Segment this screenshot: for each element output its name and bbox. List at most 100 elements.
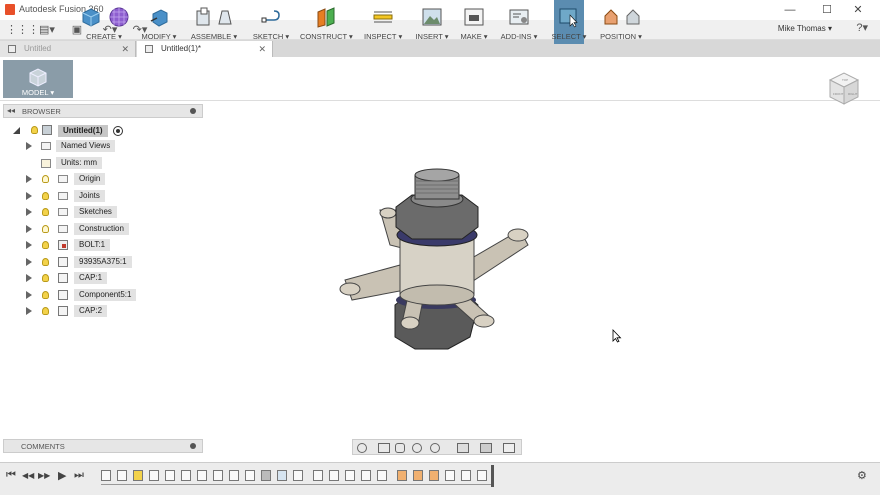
- minimize-button[interactable]: —: [780, 2, 800, 18]
- activate-radio-icon[interactable]: [113, 126, 123, 136]
- close-window-button[interactable]: ✕: [848, 2, 868, 18]
- timeline-feature[interactable]: [229, 470, 239, 481]
- visibility-bulb-icon[interactable]: [42, 291, 49, 299]
- orbit-icon[interactable]: [357, 443, 367, 453]
- zoom-icon[interactable]: [412, 443, 422, 453]
- timeline-last-button[interactable]: ⏭: [74, 469, 84, 482]
- timeline-feature[interactable]: [245, 470, 255, 481]
- data-panel-grid-icon[interactable]: ⋮⋮⋮: [6, 22, 39, 38]
- timeline-marker[interactable]: [491, 465, 494, 487]
- browser-item-origin[interactable]: Origin: [0, 173, 200, 186]
- browser-item-sketches[interactable]: Sketches: [0, 206, 200, 219]
- browser-item-construction[interactable]: Construction: [0, 223, 200, 236]
- browser-item-cap-1[interactable]: CAP:1: [0, 272, 200, 285]
- timeline-feature[interactable]: [477, 470, 487, 481]
- make-menu[interactable]: MAKE ▾: [458, 0, 490, 44]
- timeline-feature[interactable]: [133, 470, 143, 481]
- inspect-menu[interactable]: INSPECT ▾: [364, 0, 402, 44]
- expand-triangle-icon[interactable]: [26, 225, 32, 233]
- fit-icon[interactable]: [430, 443, 440, 453]
- timeline-feature[interactable]: [413, 470, 423, 481]
- assembly-3d-model[interactable]: [330, 165, 540, 355]
- timeline-feature[interactable]: [361, 470, 371, 481]
- expand-triangle-icon[interactable]: [26, 208, 32, 216]
- timeline-feature[interactable]: [329, 470, 339, 481]
- comments-options-icon[interactable]: [190, 443, 196, 449]
- create-menu[interactable]: CREATE ▾: [84, 0, 124, 44]
- file-menu-button[interactable]: ▤▾: [36, 22, 58, 38]
- timeline-feature[interactable]: [181, 470, 191, 481]
- timeline-feature[interactable]: [345, 470, 355, 481]
- sketch-menu[interactable]: SKETCH ▾: [252, 0, 290, 44]
- browser-root-node[interactable]: Untitled(1): [0, 124, 200, 137]
- timeline-feature[interactable]: [377, 470, 387, 481]
- timeline-feature[interactable]: [461, 470, 471, 481]
- assemble-menu[interactable]: ASSEMBLE ▾: [190, 0, 238, 44]
- timeline-feature[interactable]: [165, 470, 175, 481]
- help-icon[interactable]: ?▾: [856, 21, 868, 34]
- select-menu[interactable]: SELECT ▾: [552, 0, 586, 44]
- browser-item-units[interactable]: Units: mm: [0, 157, 200, 170]
- visibility-bulb-icon[interactable]: [42, 175, 49, 183]
- pan-hand-icon[interactable]: [395, 443, 405, 453]
- visibility-bulb-icon[interactable]: [42, 274, 49, 282]
- browser-item-93935a375[interactable]: 93935A375:1: [0, 256, 200, 269]
- visibility-bulb-icon[interactable]: [42, 225, 49, 233]
- browser-panel-header[interactable]: ◂◂ BROWSER: [3, 104, 203, 118]
- timeline-feature[interactable]: [445, 470, 455, 481]
- viewcube-right-face[interactable]: RIGHT: [848, 92, 858, 96]
- viewcube-front-face[interactable]: FRONT: [833, 92, 843, 96]
- expand-triangle-icon[interactable]: [26, 274, 32, 282]
- maximize-button[interactable]: ☐: [817, 2, 837, 18]
- modify-menu[interactable]: MODIFY ▾: [140, 0, 178, 44]
- browser-options-icon[interactable]: [190, 108, 196, 114]
- timeline-feature[interactable]: [293, 470, 303, 481]
- expand-triangle-icon[interactable]: [26, 258, 32, 266]
- visibility-bulb-icon[interactable]: [31, 126, 38, 134]
- visibility-bulb-icon[interactable]: [42, 307, 49, 315]
- expand-triangle-icon[interactable]: [26, 142, 32, 150]
- timeline-feature[interactable]: [429, 470, 439, 481]
- display-settings-icon[interactable]: [457, 443, 469, 453]
- timeline-play-button[interactable]: ▶: [58, 469, 66, 482]
- position-menu[interactable]: POSITION ▾: [598, 0, 644, 44]
- add-ins-menu[interactable]: ADD-INS ▾: [500, 0, 538, 44]
- expand-triangle-icon[interactable]: [26, 192, 32, 200]
- timeline-feature[interactable]: [117, 470, 127, 481]
- timeline-feature[interactable]: [197, 470, 207, 481]
- timeline-next-button[interactable]: ▶▶: [38, 471, 50, 480]
- collapse-browser-icon[interactable]: ◂◂: [7, 106, 15, 115]
- view-cube[interactable]: TOP FRONT RIGHT: [824, 68, 864, 108]
- viewcube-top-face[interactable]: TOP: [842, 78, 848, 82]
- comments-panel-header[interactable]: COMMENTS: [3, 439, 203, 453]
- timeline-prev-button[interactable]: ◀◀: [22, 471, 34, 480]
- visibility-bulb-icon[interactable]: [42, 258, 49, 266]
- browser-item-joints[interactable]: Joints: [0, 190, 200, 203]
- expand-triangle-icon[interactable]: [26, 241, 32, 249]
- expand-triangle-icon[interactable]: [26, 307, 32, 315]
- browser-item-component5[interactable]: Component5:1: [0, 289, 200, 302]
- timeline-settings-icon[interactable]: ⚙: [857, 469, 867, 482]
- viewports-icon[interactable]: [503, 443, 515, 453]
- timeline-feature[interactable]: [213, 470, 223, 481]
- look-at-icon[interactable]: [378, 443, 390, 453]
- insert-menu[interactable]: INSERT ▾: [414, 0, 450, 44]
- timeline-feature[interactable]: [277, 470, 287, 481]
- timeline-feature[interactable]: [261, 470, 271, 481]
- construct-menu[interactable]: CONSTRUCT ▾: [300, 0, 353, 44]
- user-account-menu[interactable]: Mike Thomas ▾: [778, 24, 832, 33]
- timeline-feature[interactable]: [313, 470, 323, 481]
- visibility-bulb-icon[interactable]: [42, 241, 49, 249]
- expand-triangle-icon[interactable]: [26, 291, 32, 299]
- workspace-switcher-button[interactable]: MODEL ▾: [3, 60, 73, 98]
- browser-item-named-views[interactable]: Named Views: [0, 140, 200, 153]
- timeline-feature[interactable]: [397, 470, 407, 481]
- expand-triangle-icon[interactable]: [26, 175, 32, 183]
- browser-item-bolt[interactable]: BOLT:1: [0, 239, 200, 252]
- browser-item-cap-2[interactable]: CAP:2: [0, 305, 200, 318]
- timeline-feature[interactable]: [101, 470, 111, 481]
- timeline-first-button[interactable]: ⏮: [6, 469, 16, 482]
- expanded-triangle-icon[interactable]: [12, 126, 21, 135]
- grid-snaps-icon[interactable]: [480, 443, 492, 453]
- timeline-feature[interactable]: [149, 470, 159, 481]
